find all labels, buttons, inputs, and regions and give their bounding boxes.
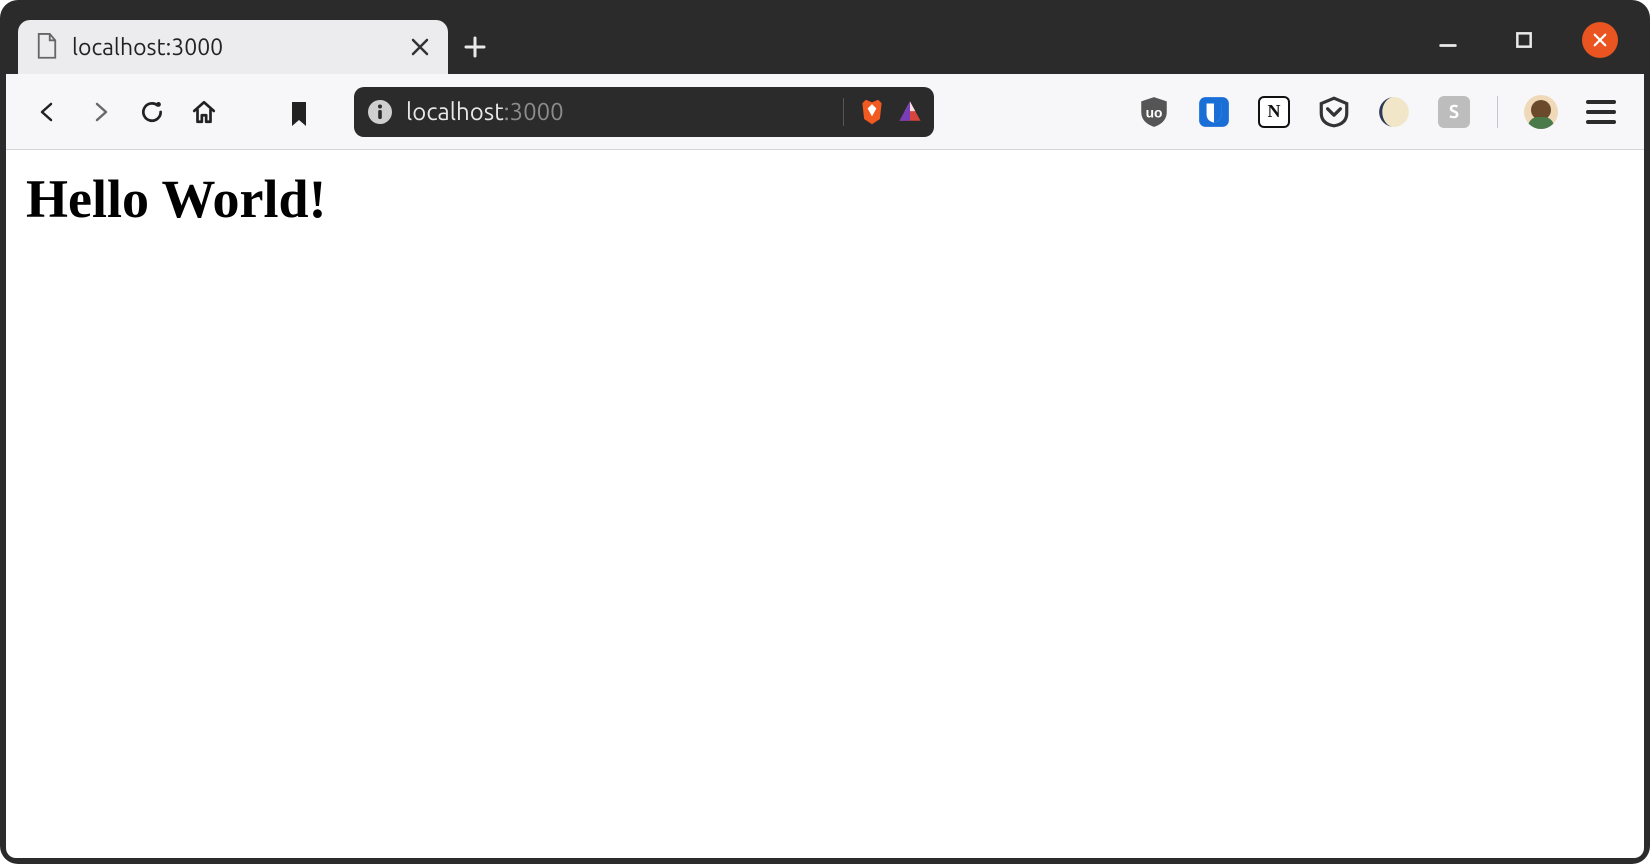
app-menu-button[interactable] — [1584, 98, 1618, 126]
moon-icon — [1377, 95, 1411, 129]
window-maximize-button[interactable] — [1506, 22, 1542, 58]
info-icon — [368, 100, 392, 124]
hamburger-icon — [1586, 100, 1616, 104]
brave-shields-button[interactable] — [858, 98, 886, 126]
maximize-icon — [1514, 30, 1534, 50]
window-close-button[interactable] — [1582, 22, 1618, 58]
page-content: Hello World! — [6, 150, 1644, 858]
toolbar-right: uo N — [942, 95, 1618, 129]
shield-icon: uo — [1137, 95, 1171, 129]
forward-icon — [88, 100, 112, 124]
browser-window: localhost:3000 — [0, 0, 1650, 864]
navigation-toolbar: localhost:3000 — [6, 74, 1644, 150]
extension-ublock[interactable]: uo — [1137, 95, 1171, 129]
extension-moon[interactable] — [1377, 95, 1411, 129]
url-right-icons — [858, 98, 924, 126]
pocket-icon — [1317, 95, 1351, 129]
toolbar-divider — [1497, 96, 1498, 128]
url-text: localhost:3000 — [406, 98, 829, 125]
new-tab-button[interactable] — [448, 20, 502, 74]
window-minimize-button[interactable] — [1430, 22, 1466, 58]
bookmark-button[interactable] — [282, 95, 316, 129]
url-suffix: :3000 — [504, 98, 564, 125]
tab-title: localhost:3000 — [72, 35, 396, 60]
close-icon — [410, 37, 430, 57]
back-icon — [36, 100, 60, 124]
extension-bitwarden[interactable] — [1197, 95, 1231, 129]
reload-button[interactable] — [130, 90, 174, 134]
browser-tab-active[interactable]: localhost:3000 — [18, 20, 448, 74]
home-button[interactable] — [182, 90, 226, 134]
brave-rewards-button[interactable] — [896, 98, 924, 126]
tab-strip: localhost:3000 — [6, 6, 1644, 74]
brave-lion-icon — [858, 98, 886, 126]
site-info-button[interactable] — [368, 100, 392, 124]
page-heading: Hello World! — [26, 168, 1624, 230]
url-divider — [843, 98, 844, 126]
plus-icon — [463, 35, 487, 59]
browser-inner: localhost:3000 — [6, 6, 1644, 858]
url-host: localhost — [406, 98, 504, 125]
home-icon — [191, 99, 217, 125]
back-button[interactable] — [26, 90, 70, 134]
shield-u-icon — [1197, 95, 1231, 129]
svg-text:uo: uo — [1146, 104, 1163, 120]
extension-notion[interactable]: N — [1257, 95, 1291, 129]
extension-s[interactable]: S — [1437, 95, 1471, 129]
minimize-icon — [1437, 29, 1459, 51]
address-bar[interactable]: localhost:3000 — [354, 87, 934, 137]
letter-n-icon: N — [1258, 96, 1290, 128]
tab-close-button[interactable] — [410, 37, 430, 57]
triangle-icon — [896, 98, 924, 126]
reload-icon — [139, 99, 165, 125]
profile-avatar-button[interactable] — [1524, 95, 1558, 129]
forward-button[interactable] — [78, 90, 122, 134]
page-file-icon — [36, 33, 58, 61]
close-icon — [1591, 31, 1609, 49]
bookmark-icon — [287, 98, 311, 126]
letter-s-icon: S — [1438, 96, 1470, 128]
window-controls — [1430, 6, 1618, 74]
extension-pocket[interactable] — [1317, 95, 1351, 129]
